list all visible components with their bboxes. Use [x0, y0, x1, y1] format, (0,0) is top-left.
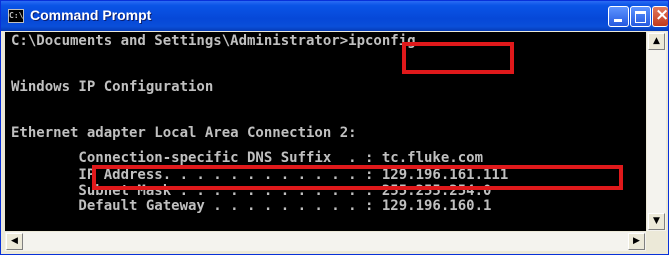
scroll-right-icon[interactable]: ▶ — [628, 233, 645, 250]
minimize-button[interactable] — [608, 6, 629, 27]
vertical-scrollbar[interactable]: ▲ ▼ — [647, 32, 666, 231]
command-prompt-window: C:\ Command Prompt C:\Documents and Sett… — [0, 0, 669, 255]
close-button[interactable] — [652, 5, 669, 27]
scroll-down-icon[interactable]: ▼ — [648, 213, 665, 230]
console-line-dns-suffix: Connection-specific DNS Suffix . : tc.fl… — [11, 150, 484, 166]
console-output[interactable]: C:\Documents and Settings\Administrator>… — [5, 32, 646, 231]
scroll-left-icon[interactable]: ◀ — [6, 233, 23, 250]
resize-grip[interactable] — [647, 232, 666, 251]
console-app-icon[interactable]: C:\ — [8, 9, 24, 23]
maximize-button[interactable] — [630, 6, 651, 27]
console-line-adapter: Ethernet adapter Local Area Connection 2… — [11, 125, 357, 141]
console-line-prompt: C:\Documents and Settings\Administrator>… — [11, 33, 416, 49]
console-line-default-gateway: Default Gateway . . . . . . . . . : 129.… — [11, 198, 492, 214]
console-line-heading: Windows IP Configuration — [11, 79, 214, 95]
title-bar[interactable]: C:\ Command Prompt — [1, 1, 669, 31]
ipconfig-highlight-box — [402, 42, 514, 74]
horizontal-scrollbar[interactable]: ◀ ▶ — [5, 232, 646, 251]
scroll-up-icon[interactable]: ▲ — [648, 33, 665, 50]
window-title: Command Prompt — [30, 7, 152, 23]
ip-address-highlight-box — [92, 165, 623, 190]
